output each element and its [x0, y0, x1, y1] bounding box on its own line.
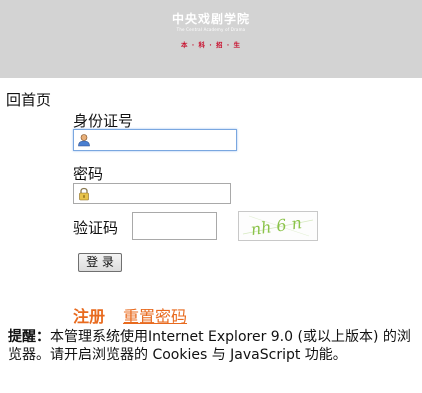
back-home-link[interactable]: 回首页 — [6, 89, 51, 110]
register-link[interactable]: 注册 — [73, 303, 105, 327]
captcha-input[interactable] — [132, 212, 217, 240]
password-label: 密码 — [73, 165, 104, 183]
captcha-text: nh 6 n — [250, 213, 303, 239]
logo-calligraphy: 中央戏剧学院 — [171, 12, 250, 26]
reset-password-link[interactable]: 重置密码 — [123, 303, 187, 327]
logo-subtitle: 本 · 科 · 招 · 生 — [181, 41, 241, 49]
logo-english-name: The Central Academy of Drama — [176, 27, 246, 32]
id-number-label: 身份证号 — [73, 112, 134, 130]
header-banner: 中央戏剧学院 The Central Academy of Drama 本 · … — [0, 0, 422, 78]
browser-notice: 提醒：本管理系统使用Internet Explorer 9.0 (或以上版本) … — [8, 328, 418, 364]
notice-prefix: 提醒： — [8, 329, 50, 345]
notice-text: 本管理系统使用Internet Explorer 9.0 (或以上版本) 的浏览… — [8, 329, 411, 363]
captcha-label: 验证码 — [73, 219, 119, 237]
user-icon — [78, 134, 90, 147]
captcha-glyphs: nh 6 n — [242, 213, 314, 239]
password-input[interactable] — [73, 183, 231, 204]
lock-icon — [79, 187, 89, 201]
captcha-image[interactable]: nh 6 n — [238, 211, 318, 241]
id-number-input[interactable] — [73, 129, 237, 151]
login-button[interactable]: 登 录 — [78, 253, 122, 272]
